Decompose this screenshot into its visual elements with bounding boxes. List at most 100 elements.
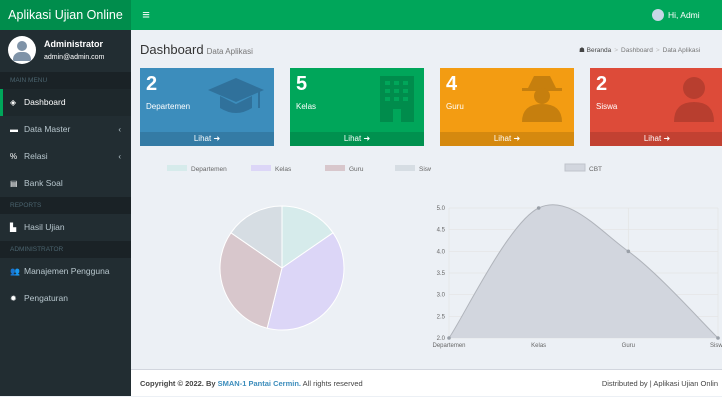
sidebar-item-label: Dashboard (24, 97, 66, 107)
link-icon: % (10, 152, 18, 161)
data-point[interactable] (447, 336, 451, 340)
rights-text: All rights reserved (302, 379, 363, 388)
sidebar-item-manajemen-pengguna[interactable]: 👥 Manajemen Pengguna (0, 258, 131, 285)
stat-label: Kelas (296, 102, 317, 111)
sidebar-item-pengaturan[interactable]: ✹ Pengaturan (0, 285, 131, 312)
page-title: Dashboard Data Aplikasi (140, 42, 253, 57)
dashboard-icon: ◈ (10, 98, 17, 107)
user-icon (674, 77, 714, 122)
stat-value: 2 (596, 73, 608, 95)
graduation-cap-icon (208, 78, 264, 113)
legend-swatch[interactable] (395, 165, 415, 171)
sidebar: Administrator admin@admin.com MAIN MENU … (0, 30, 131, 396)
footer-distributed: Distributed by | Aplikasi Ujian Onlin (601, 379, 718, 388)
home-icon: ☗ (579, 47, 585, 54)
legend-label[interactable]: Departemen (191, 166, 227, 173)
breadcrumb-separator: > (655, 47, 660, 54)
user-secret-icon (522, 76, 562, 122)
user-name: Administrator (44, 39, 104, 49)
legend-label[interactable]: Kelas (275, 166, 292, 173)
data-point[interactable] (536, 206, 541, 210)
copyright-text: Copyright © 2022. By (140, 379, 216, 388)
stat-value: 4 (446, 73, 458, 95)
page-subtitle: Data Aplikasi (206, 47, 253, 56)
avatar-icon (652, 8, 664, 21)
sidebar-item-label: Manajemen Pengguna (24, 266, 110, 276)
sidebar-item-label: Bank Soal (24, 178, 63, 188)
file-icon: ▤ (10, 179, 18, 188)
legend-swatch[interactable] (167, 165, 187, 171)
breadcrumb-last: Data Aplikasi (662, 47, 701, 54)
chevron-left-icon: ‹ (118, 152, 121, 161)
arrow-circle-right-icon: ➜ (213, 134, 221, 143)
area-fill (449, 204, 718, 338)
arrow-circle-right-icon: ➜ (363, 134, 371, 143)
top-navbar: Aplikasi Ujian Online ≡ Hi, Admi (0, 0, 722, 30)
y-tick-label: 4.0 (437, 249, 446, 255)
stat-box-kelas: 5 Kelas Lihat ➜ (290, 68, 424, 146)
link-label: Lihat (343, 134, 362, 143)
page-title-text: Dashboard (140, 42, 204, 57)
section-header-main-menu: MAIN MENU (0, 72, 131, 89)
lihat-link[interactable]: Lihat ➜ (440, 132, 574, 146)
footer: Copyright © 2022. By SMAN-1 Pantai Cermi… (131, 369, 722, 396)
gear-icon: ✹ (10, 294, 17, 303)
breadcrumb: ☗ Beranda > Dashboard > Data Aplikasi (579, 46, 700, 54)
breadcrumb-home[interactable]: Beranda (587, 47, 612, 54)
arrow-circle-right-icon: ➜ (663, 134, 671, 143)
user-panel: Administrator admin@admin.com (0, 30, 131, 72)
stat-box-siswa: 2 Siswa Lihat ➜ (590, 68, 722, 146)
user-menu[interactable]: Hi, Admi (652, 0, 700, 30)
link-label: Lihat (193, 134, 212, 143)
user-greeting: Hi, Admi (668, 10, 700, 20)
area-chart: CBT 2.0 2.5 3.0 3.5 4.0 4.5 5.0 Departemen Kelas G… (432, 163, 722, 349)
avatar (8, 36, 36, 64)
legend-swatch[interactable] (325, 165, 345, 171)
content-area: Dashboard Data Aplikasi ☗ Beranda > Dashboa… (131, 30, 722, 396)
stat-box-departemen: 2 Departemen Lihat ➜ (140, 68, 274, 146)
sidebar-item-label: Relasi (24, 151, 48, 161)
lihat-link[interactable]: Lihat ➜ (140, 132, 274, 146)
section-header-administrator: ADMINISTRATOR (0, 241, 131, 258)
x-tick-label: Siswa (710, 343, 722, 349)
chevron-left-icon: ‹ (118, 125, 121, 134)
legend-swatch[interactable] (251, 165, 271, 171)
breadcrumb-separator: > (614, 47, 619, 54)
stat-label: Departemen (146, 102, 191, 111)
sidebar-item-dashboard[interactable]: ◈ Dashboard (0, 89, 131, 116)
y-tick-label: 4.5 (437, 228, 446, 234)
sidebar-item-bank-soal[interactable]: ▤ Bank Soal (0, 170, 131, 197)
building-icon (380, 76, 414, 122)
stat-value: 2 (146, 73, 158, 95)
data-point[interactable] (716, 336, 720, 340)
sidebar-item-label: Pengaturan (24, 293, 68, 303)
breadcrumb-current[interactable]: Dashboard (621, 47, 653, 54)
y-tick-label: 2.0 (437, 336, 446, 342)
sidebar-item-hasil-ujian[interactable]: ▙ Hasil Ujian (0, 214, 131, 241)
lihat-link[interactable]: Lihat ➜ (290, 132, 424, 146)
y-tick-label: 5.0 (437, 206, 446, 212)
data-point[interactable] (626, 249, 631, 254)
stat-box-guru: 4 Guru Lihat ➜ (440, 68, 574, 146)
sidebar-item-relasi[interactable]: % Relasi ‹ (0, 143, 131, 170)
stat-label: Guru (446, 102, 464, 111)
sidebar-item-label: Data Master (24, 124, 71, 134)
footer-org-link[interactable]: SMAN-1 Pantai Cermin. (218, 379, 301, 388)
stat-label: Siswa (596, 102, 618, 111)
folder-icon: ▬ (10, 125, 18, 134)
link-label: Lihat (493, 134, 512, 143)
sidebar-toggle-icon[interactable]: ≡ (136, 0, 156, 30)
legend-swatch[interactable] (564, 163, 586, 172)
lihat-link[interactable]: Lihat ➜ (590, 132, 722, 146)
arrow-circle-right-icon: ➜ (513, 134, 521, 143)
sidebar-item-data-master[interactable]: ▬ Data Master ‹ (0, 116, 131, 143)
app-brand[interactable]: Aplikasi Ujian Online (0, 0, 131, 30)
x-tick-label: Departemen (432, 343, 465, 349)
legend-label[interactable]: Guru (349, 166, 364, 173)
pie-chart: DepartemenKelasGuruSiswa (167, 165, 431, 331)
users-icon: 👥 (10, 267, 20, 276)
x-tick-label: Guru (622, 343, 635, 349)
y-tick-label: 3.0 (437, 293, 446, 299)
footer-copyright: Copyright © 2022. By SMAN-1 Pantai Cermi… (140, 370, 363, 397)
legend-label[interactable]: CBT (589, 166, 602, 173)
